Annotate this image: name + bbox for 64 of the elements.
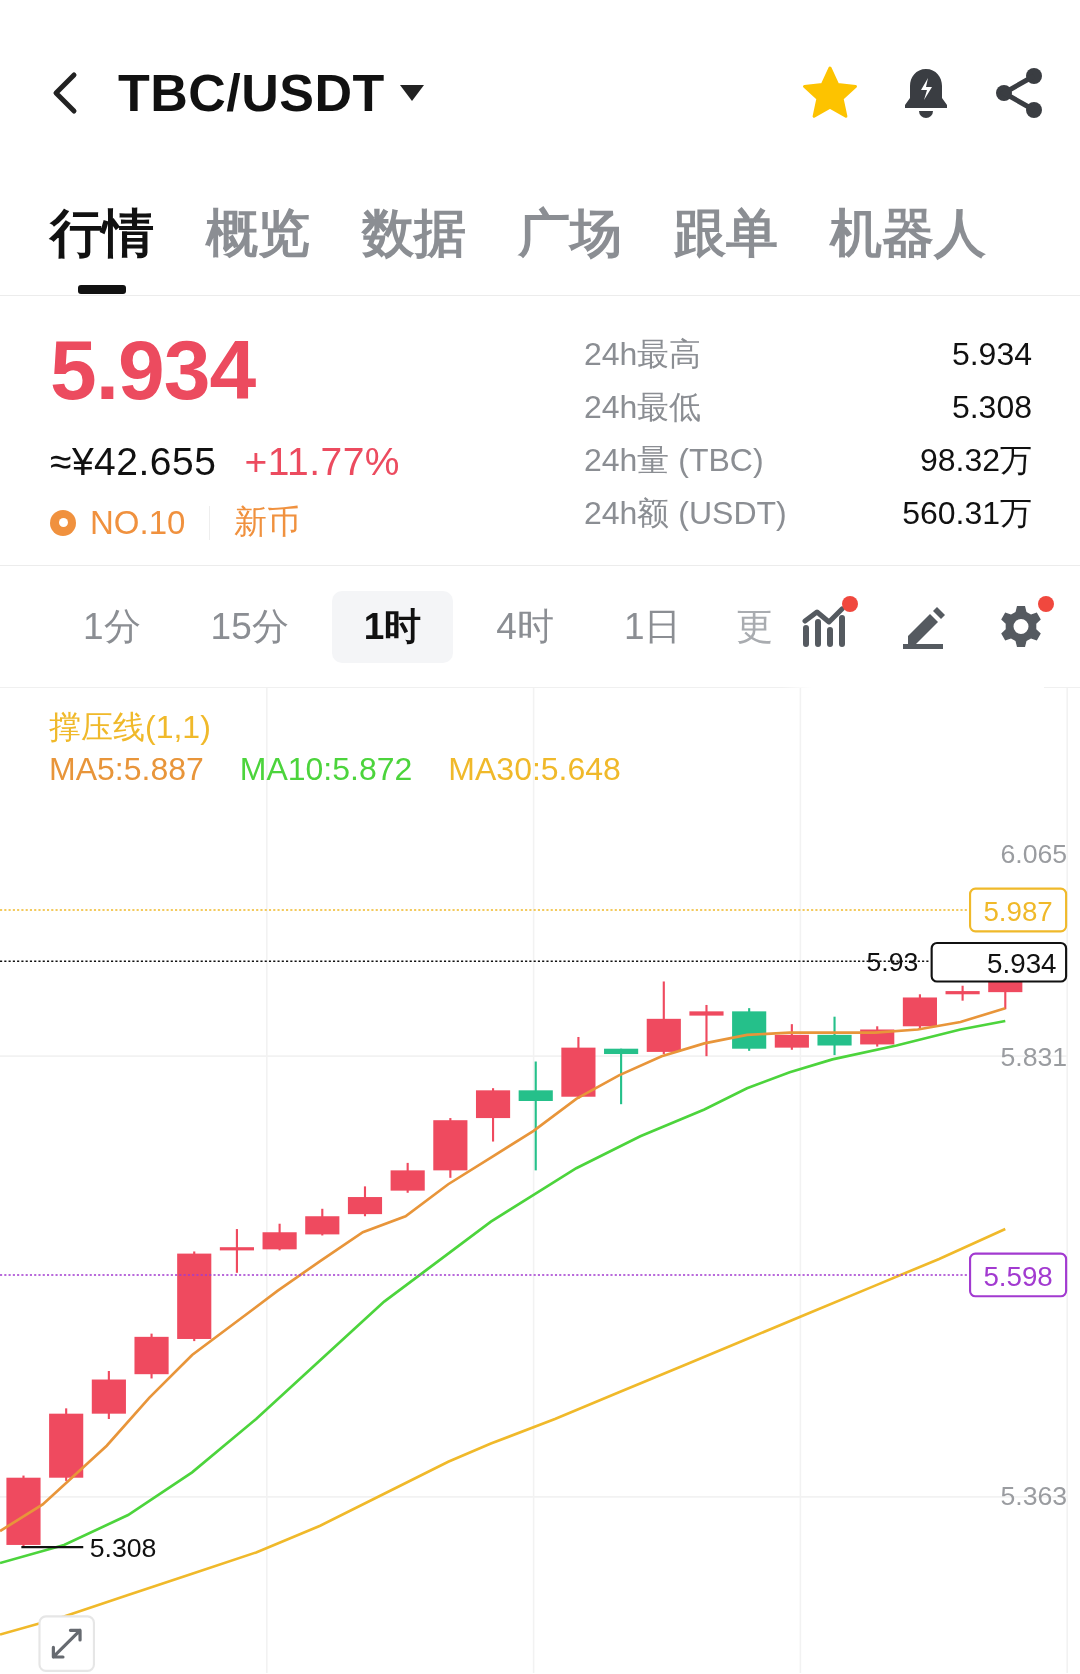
alarm-bell-icon[interactable]: [902, 66, 950, 120]
candle: [134, 1333, 169, 1379]
interval-tab[interactable]: 1时: [331, 590, 454, 663]
candle: [390, 1162, 425, 1193]
last-price-tag: 5.934: [930, 942, 1068, 983]
stat-value: 560.31万: [902, 493, 1032, 533]
candle: [689, 1004, 724, 1057]
new-coin-tag[interactable]: 新币: [234, 500, 301, 545]
last-price: 5.934: [50, 328, 257, 412]
resistance-price-tag: 5.987: [969, 887, 1068, 933]
rank-icon: [50, 509, 76, 536]
pencil-icon[interactable]: [900, 604, 946, 650]
stat-label: 24h最高: [584, 334, 702, 374]
rank-label: NO.10: [90, 503, 186, 542]
price-line-label: 5.93: [866, 946, 919, 977]
candle: [475, 1088, 511, 1142]
candle: [860, 1026, 895, 1047]
caret-icon[interactable]: [398, 84, 425, 102]
stat-label: 24h额 (USDT): [584, 493, 787, 533]
change-percent: +11.77%: [244, 440, 401, 484]
stat-label: 24h最低: [584, 387, 702, 427]
candle: [561, 1036, 596, 1099]
candle: [902, 994, 937, 1030]
indicator-label: 撑压线(1,1): [49, 708, 212, 747]
stat-value: 98.32万: [919, 440, 1032, 480]
stat-label: 24h量 (TBC): [584, 440, 764, 480]
moving-average-value: MA30:5.648: [448, 750, 621, 789]
stat-value: 5.934: [951, 336, 1032, 373]
candle: [347, 1186, 383, 1217]
price-axis-label: 5.363: [1000, 1481, 1068, 1512]
star-icon[interactable]: [802, 66, 858, 120]
candle: [817, 1016, 852, 1056]
indicator-chart-icon[interactable]: [802, 604, 848, 650]
tab[interactable]: 机器人: [830, 199, 986, 296]
stat-value: 5.308: [951, 389, 1032, 426]
interval-tab[interactable]: 4时: [469, 590, 581, 663]
candle: [219, 1229, 254, 1273]
candle: [732, 1008, 767, 1051]
support-price-tag: 5.598: [969, 1252, 1068, 1298]
share-icon[interactable]: [994, 67, 1044, 119]
interval-tab[interactable]: 1分: [56, 590, 168, 663]
tab[interactable]: 行情: [50, 199, 154, 296]
tab[interactable]: 数据: [362, 199, 466, 296]
tab[interactable]: 广场: [518, 199, 622, 296]
candle: [433, 1118, 468, 1178]
moving-average-value: MA5:5.887: [49, 750, 204, 789]
candle: [91, 1371, 126, 1419]
gear-icon[interactable]: [998, 604, 1044, 650]
cny-price: ≈¥42.655: [50, 440, 217, 484]
candle: [774, 1024, 809, 1050]
candle: [305, 1208, 340, 1236]
candle: [604, 1048, 639, 1105]
tab[interactable]: 跟单: [674, 199, 778, 296]
interval-tab[interactable]: 15分: [183, 590, 316, 663]
interval-tab[interactable]: 更: [724, 590, 774, 663]
price-axis-label: 6.065: [1000, 839, 1068, 869]
fullscreen-icon[interactable]: [38, 1615, 95, 1672]
moving-average-value: MA10:5.872: [239, 750, 413, 789]
tab[interactable]: 概览: [206, 199, 310, 296]
pair-title[interactable]: TBC/USDT: [118, 63, 385, 123]
candle: [262, 1223, 297, 1251]
interval-tab[interactable]: 1日: [596, 590, 709, 663]
candle: [945, 985, 980, 1001]
price-axis-label: 5.831: [1000, 1041, 1068, 1072]
